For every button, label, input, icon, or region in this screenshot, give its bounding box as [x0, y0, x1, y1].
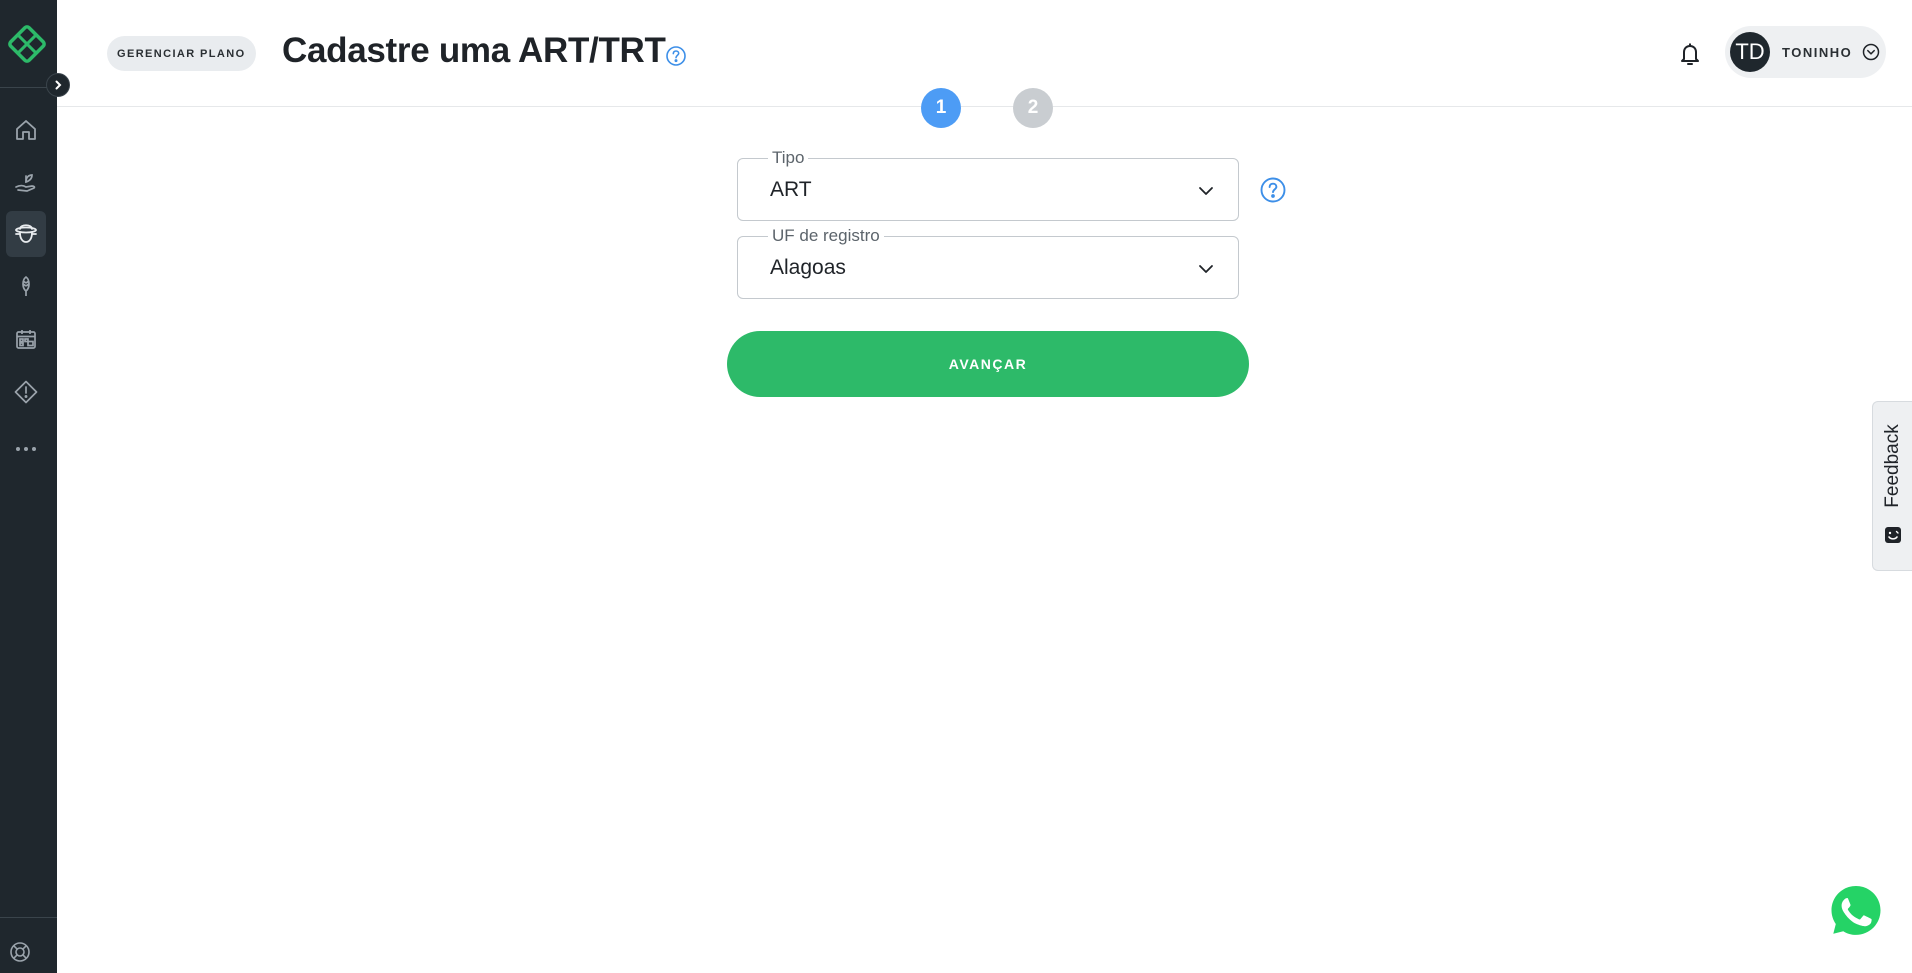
sidebar-bottom-divider	[0, 917, 57, 918]
tipo-select[interactable]: Tipo ART	[737, 148, 1239, 221]
chevron-down-icon	[1199, 187, 1213, 195]
sidebar-item-more[interactable]	[6, 426, 46, 472]
page-title: Cadastre uma ART/TRT	[282, 31, 666, 70]
warning-diamond-icon	[14, 380, 38, 404]
feedback-tab[interactable]: Feedback	[1872, 401, 1912, 571]
manage-plan-button[interactable]: GERENCIAR PLANO	[107, 36, 256, 71]
uf-select[interactable]: UF de registro Alagoas	[737, 226, 1239, 299]
step-2[interactable]: 2	[1013, 88, 1053, 128]
question-circle-icon[interactable]	[1259, 176, 1287, 204]
smile-box-icon	[1885, 527, 1901, 543]
uf-value: Alagoas	[770, 256, 846, 279]
more-icon	[16, 447, 36, 451]
grain-icon	[22, 275, 30, 296]
chevron-right-icon	[55, 80, 62, 90]
sidebar-item-home[interactable]	[6, 107, 46, 153]
sidebar-item-producers[interactable]	[6, 159, 46, 205]
feedback-label: Feedback	[1881, 424, 1903, 508]
bell-icon[interactable]	[1677, 40, 1703, 68]
tipo-value: ART	[770, 178, 812, 201]
sidebar-item-calendar[interactable]	[6, 316, 46, 362]
home-icon	[16, 120, 36, 140]
top-header: GERENCIAR PLANO Cadastre uma ART/TRT TD …	[57, 0, 1912, 107]
sidebar-item-alerts[interactable]	[6, 369, 46, 415]
advance-button[interactable]: AVANÇAR	[727, 331, 1249, 397]
whatsapp-icon[interactable]	[1823, 878, 1889, 944]
farmer-icon	[15, 224, 37, 243]
sidebar	[0, 0, 57, 973]
hand-plant-icon	[15, 174, 36, 192]
avatar: TD	[1730, 32, 1770, 72]
user-menu[interactable]: TD TONINHO	[1725, 26, 1886, 78]
sidebar-item-technicians[interactable]	[6, 211, 46, 257]
question-circle-icon[interactable]	[665, 45, 687, 67]
calendar-icon	[16, 330, 36, 349]
support-button[interactable]	[8, 940, 32, 964]
chevron-down-icon	[1199, 265, 1213, 273]
sidebar-item-crops[interactable]	[6, 263, 46, 309]
leaf-logo[interactable]	[5, 22, 49, 66]
chevron-down-circle-icon	[1862, 43, 1880, 61]
step-1[interactable]: 1	[921, 88, 961, 128]
uf-label: UF de registro	[768, 226, 884, 246]
tipo-label: Tipo	[768, 148, 809, 168]
sidebar-toggle-button[interactable]	[46, 73, 70, 97]
lifebuoy-icon	[10, 942, 30, 962]
user-name: TONINHO	[1782, 44, 1853, 60]
